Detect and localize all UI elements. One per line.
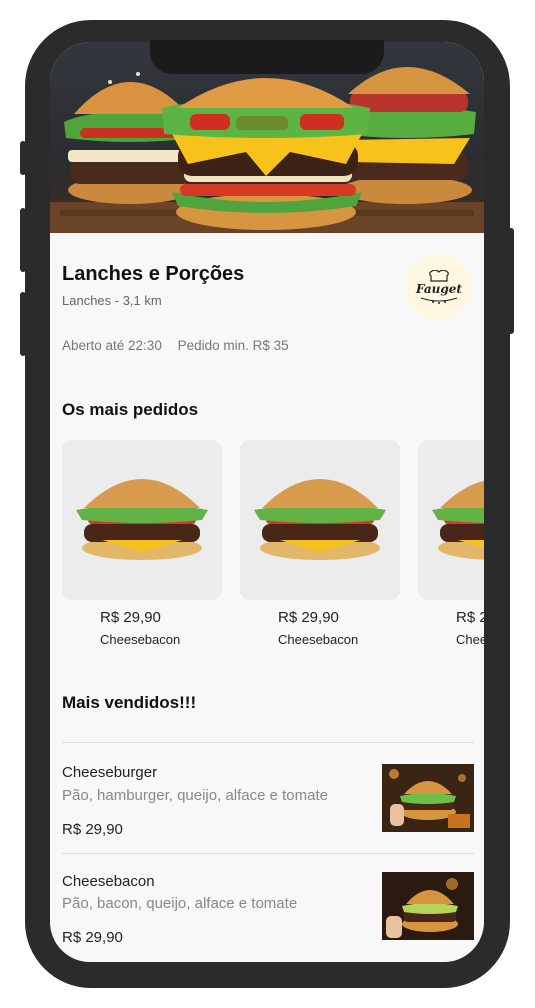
store-subtitle: Lanches - 3,1 km (62, 293, 162, 308)
list-item-description: Pão, hamburger, queijo, alface e tomate (62, 787, 329, 804)
logo-stars-icon (420, 297, 458, 304)
list-item-thumbnail[interactable] (382, 764, 474, 832)
minimum-order: Pedido min. R$ 35 (177, 338, 289, 353)
most-ordered-title: Os mais pedidos (62, 400, 199, 419)
store-info: Aberto até 22:30 Pedido min. R$ 35 (62, 338, 289, 353)
list-item-thumbnail[interactable] (382, 872, 474, 940)
product-card-name: Cheesebacon (278, 632, 359, 647)
product-card-price: R$ 29,90 (278, 609, 339, 626)
app-screen: Lanches e Porções Lanches - 3,1 km Fauge… (50, 42, 484, 962)
product-card-image[interactable] (418, 440, 484, 600)
list-item-description: Pão, bacon, queijo, alface e tomate (62, 895, 298, 912)
product-card-name: Cheesebacon (100, 632, 181, 647)
list-item-price: R$ 29,90 (62, 821, 123, 838)
product-card-image[interactable] (62, 440, 222, 600)
list-item-name[interactable]: Cheesebacon (62, 873, 155, 890)
divider (62, 742, 474, 743)
divider (62, 853, 474, 854)
chef-hat-icon (429, 270, 449, 282)
product-card-image[interactable] (240, 440, 400, 600)
logo-text: Fauget (416, 282, 462, 296)
burger-icon (76, 479, 208, 560)
product-card-price: R$ 29,90 (100, 609, 161, 626)
burger-photo-icon (382, 872, 474, 940)
store-logo[interactable]: Fauget (406, 254, 472, 320)
product-card-price: R$ 29,90 (456, 609, 484, 626)
opening-hours: Aberto até 22:30 (62, 338, 162, 353)
store-name: Lanches e Porções (62, 263, 245, 285)
best-sellers-title: Mais vendidos!!! (62, 693, 197, 712)
burger-icon (254, 479, 386, 560)
phone-notch (150, 40, 384, 74)
list-item-price: R$ 29,90 (62, 929, 123, 946)
burger-icon (432, 480, 484, 560)
burger-photo-icon (382, 764, 474, 832)
product-card-name: Cheesebacon (456, 632, 484, 647)
list-item-name[interactable]: Cheeseburger (62, 764, 157, 781)
